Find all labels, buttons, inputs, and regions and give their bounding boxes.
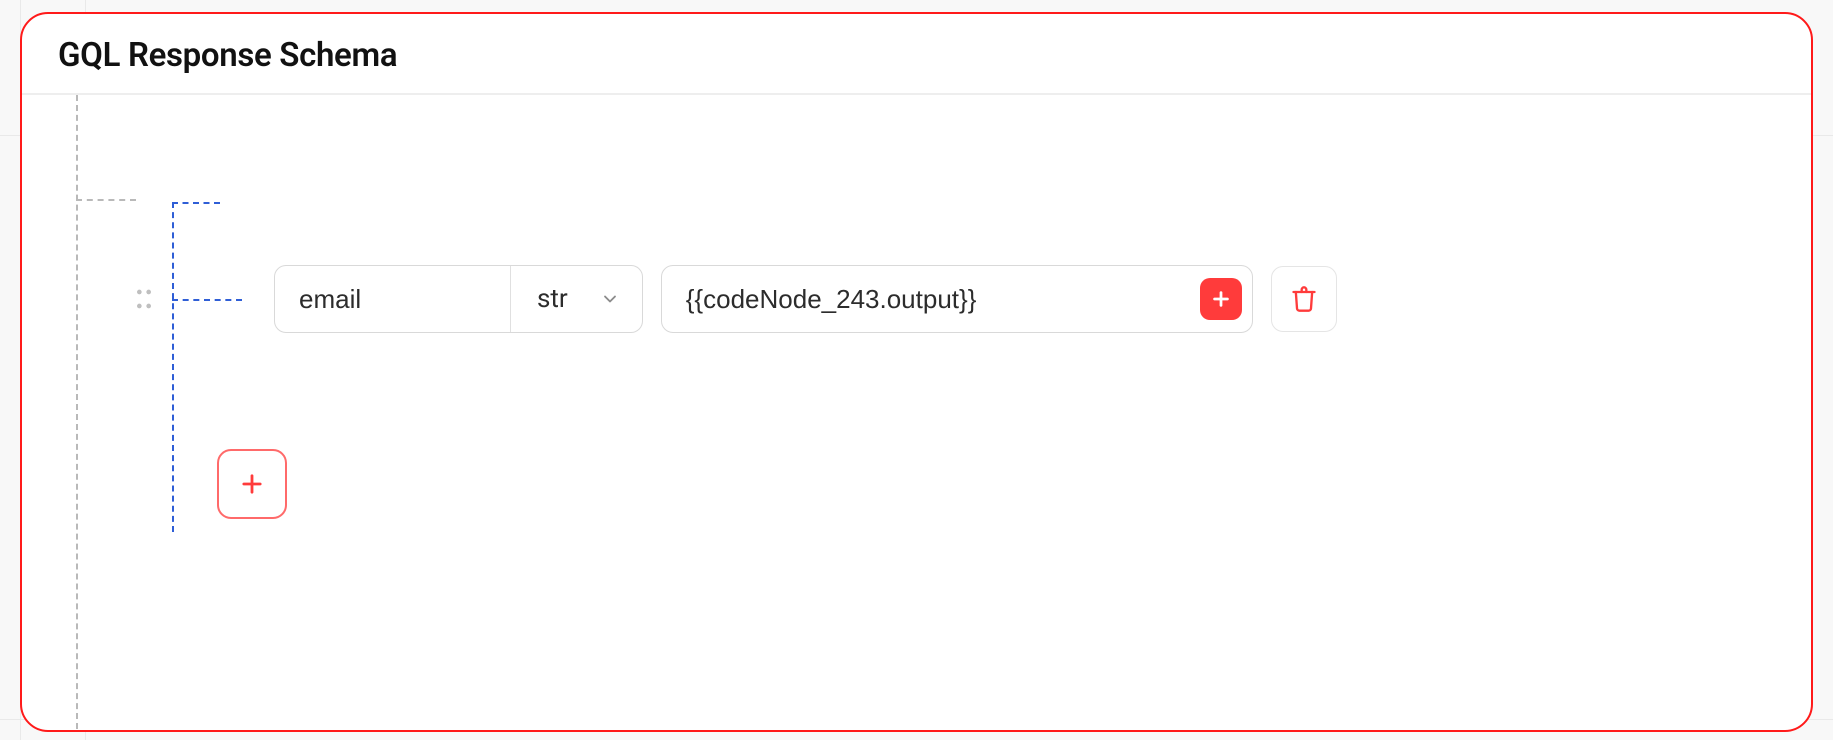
- panel-header: GQL Response Schema: [22, 14, 1811, 95]
- tree-root-vline: [76, 95, 78, 729]
- field-name-type-group: str: [274, 265, 643, 333]
- field-type-label: str: [537, 284, 568, 314]
- drag-handle-icon[interactable]: [130, 285, 158, 313]
- add-field-button[interactable]: [217, 449, 287, 519]
- field-type-select[interactable]: str: [510, 266, 642, 332]
- schema-panel: GQL Response Schema: [20, 12, 1813, 732]
- field-value-box: [661, 265, 1253, 333]
- panel-title: GQL Response Schema: [58, 36, 1775, 75]
- tree-child-vline: [172, 202, 174, 532]
- chevron-down-icon: [600, 289, 620, 309]
- insert-expression-button[interactable]: [1200, 278, 1242, 320]
- tree-child-stub-top: [172, 202, 220, 204]
- panel-body: str: [22, 95, 1811, 729]
- field-value-input[interactable]: [686, 284, 1186, 315]
- canvas: GQL Response Schema: [0, 0, 1833, 740]
- field-name-input[interactable]: [275, 266, 510, 332]
- schema-field-row: str: [130, 264, 1337, 334]
- tree-root-stub: [76, 199, 136, 201]
- delete-field-button[interactable]: [1271, 266, 1337, 332]
